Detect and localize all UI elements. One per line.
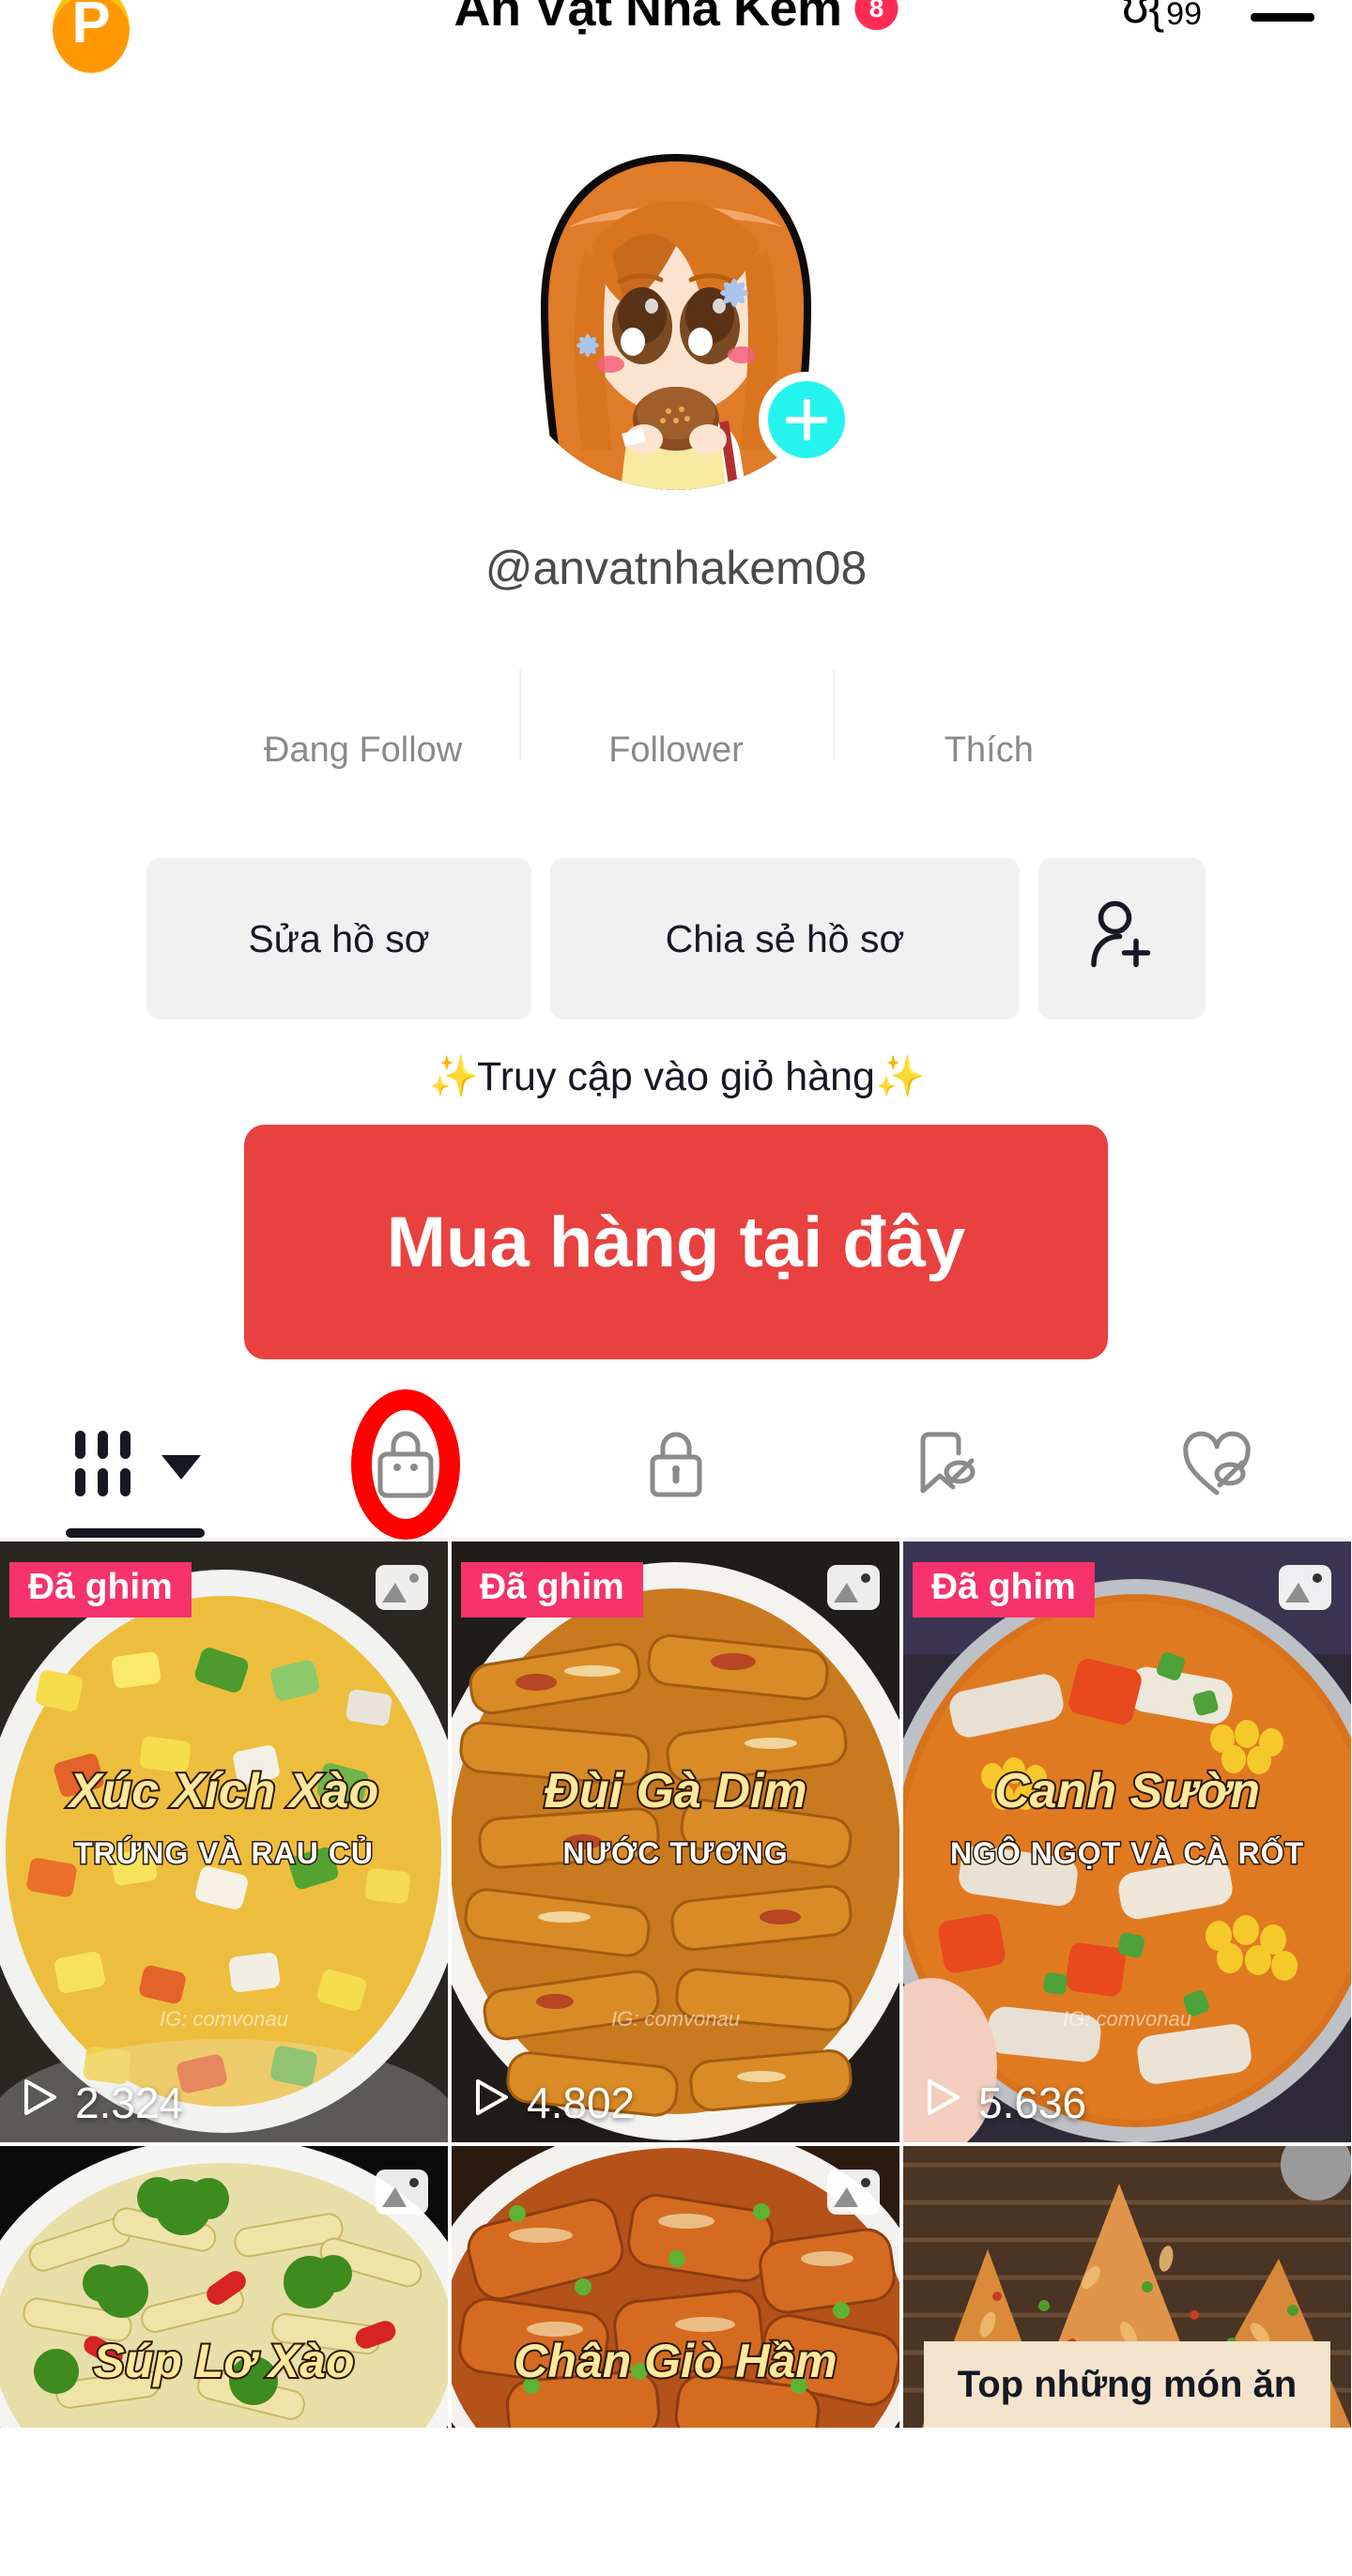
stat-likes-label: Thích bbox=[833, 730, 1145, 771]
pinned-badge: Đã ghim bbox=[913, 1562, 1095, 1618]
heart-hidden-icon bbox=[1176, 1425, 1257, 1504]
video-title: Đùi Gà Dim bbox=[452, 1763, 899, 1819]
chevron-down-icon[interactable] bbox=[161, 1455, 201, 1480]
photo-carousel-icon bbox=[826, 1564, 881, 1611]
tab-saved[interactable] bbox=[811, 1391, 1082, 1538]
photo-carousel-icon bbox=[375, 1564, 429, 1611]
inbox-glyph: ʊ{ bbox=[1122, 0, 1164, 30]
profile-actions: Sửa hồ sơ Chia sẻ hồ sơ bbox=[146, 858, 1206, 1020]
video-watermark: IG: comvonau bbox=[452, 2007, 899, 2032]
thumbnail-caption-banner: Top những món ăn bbox=[924, 2341, 1330, 2428]
stat-following-label: Đang Follow bbox=[207, 730, 519, 771]
play-count-value: 5.636 bbox=[978, 2078, 1086, 2128]
page-title: An Vật Nhà Kem bbox=[453, 0, 841, 38]
video-subtitle: TRỨNG VÀ RAU CỦ bbox=[0, 1836, 448, 1871]
tab-posts[interactable] bbox=[0, 1391, 270, 1538]
edit-profile-button[interactable]: Sửa hồ sơ bbox=[146, 858, 531, 1020]
video-cell[interactable]: Top những món ăn bbox=[903, 2146, 1351, 2428]
profile-stats: Đang Follow Follower Thích bbox=[207, 657, 1145, 771]
profile-username: @anvatnhakem08 bbox=[0, 541, 1352, 595]
shopping-bag-icon bbox=[368, 1424, 443, 1505]
tab-shop[interactable] bbox=[270, 1391, 541, 1538]
video-subtitle: NGÔ NGỌT VÀ CÀ RỐT bbox=[903, 1836, 1351, 1871]
video-title: Xúc Xích Xào bbox=[0, 1763, 448, 1819]
stat-followers-value bbox=[519, 657, 832, 713]
thumbnail-caption-text: Top những món ăn bbox=[958, 2364, 1297, 2406]
bio-text: Truy cập vào giỏ hàng bbox=[477, 1054, 875, 1099]
hamburger-bar bbox=[1251, 13, 1314, 22]
share-profile-button[interactable]: Chia sẻ hồ sơ bbox=[550, 858, 1020, 1020]
inbox-icon[interactable]: ʊ{ 99 bbox=[1122, 0, 1202, 30]
video-watermark: IG: comvonau bbox=[903, 2007, 1351, 2032]
stat-following-value bbox=[207, 657, 519, 713]
hamburger-menu-icon[interactable] bbox=[1251, 0, 1314, 28]
profile-bio: ✨Truy cập vào giỏ hàng✨ bbox=[0, 1053, 1352, 1100]
grid-posts-icon bbox=[69, 1429, 137, 1500]
video-title: Chân Giò Hầm bbox=[452, 2334, 899, 2388]
video-playcount: 5.636 bbox=[920, 2076, 1086, 2129]
video-cell[interactable]: Chân Giò Hầm bbox=[452, 2146, 899, 2428]
play-icon bbox=[920, 2076, 963, 2129]
play-icon bbox=[469, 2076, 512, 2129]
header-actions: ʊ{ 99 bbox=[1122, 0, 1314, 30]
bookmark-hidden-icon bbox=[908, 1425, 985, 1504]
video-cell[interactable]: Đã ghim Xúc Xích Xào TRỨNG VÀ RAU CỦ IG:… bbox=[0, 1541, 448, 2142]
app-header: P An Vật Nhà Kem 8 ʊ{ 99 bbox=[0, 0, 1352, 73]
video-cell[interactable]: Đã ghim Đùi Gà Dim NƯỚC TƯƠNG IG: comvon… bbox=[452, 1541, 899, 2142]
coin-p-icon[interactable]: P bbox=[53, 0, 130, 73]
avatar-area bbox=[501, 141, 851, 490]
stat-likes-value bbox=[833, 657, 1145, 713]
stat-followers-label: Follower bbox=[519, 730, 832, 771]
play-count-value: 2.324 bbox=[75, 2078, 183, 2128]
video-cell[interactable]: Đã ghim Canh Sườn NGÔ NGỌT VÀ CÀ RỐT IG:… bbox=[903, 1541, 1351, 2142]
stat-following[interactable]: Đang Follow bbox=[207, 657, 519, 771]
photo-carousel-icon bbox=[375, 2169, 429, 2216]
play-count-value: 4.802 bbox=[527, 2078, 635, 2128]
inbox-count: 99 bbox=[1166, 0, 1202, 30]
coin-p-label: P bbox=[71, 0, 110, 53]
active-tab-indicator bbox=[66, 1528, 205, 1538]
video-cell[interactable]: Súp Lơ Xào bbox=[0, 2146, 448, 2428]
shop-now-label: Mua hàng tại đây bbox=[387, 1202, 966, 1283]
shop-now-button[interactable]: Mua hàng tại đây bbox=[244, 1125, 1108, 1359]
photo-carousel-icon bbox=[826, 2169, 881, 2216]
profile-title-group: An Vật Nhà Kem 8 bbox=[453, 0, 898, 38]
lock-private-icon bbox=[640, 1425, 712, 1504]
bottom-safe-area bbox=[0, 2428, 1352, 2576]
video-watermark: IG: comvonau bbox=[0, 2007, 448, 2032]
title-badge: 8 bbox=[855, 0, 899, 30]
tab-liked[interactable] bbox=[1082, 1391, 1352, 1538]
person-add-icon bbox=[1084, 897, 1160, 981]
video-playcount: 4.802 bbox=[469, 2076, 635, 2129]
stat-followers[interactable]: Follower bbox=[519, 657, 832, 771]
add-friend-button[interactable] bbox=[1038, 858, 1206, 1020]
profile-screen: P An Vật Nhà Kem 8 ʊ{ 99 bbox=[0, 0, 1352, 2576]
video-title: Canh Sườn bbox=[903, 1763, 1351, 1819]
photo-carousel-icon bbox=[1278, 1564, 1332, 1611]
video-subtitle: NƯỚC TƯƠNG bbox=[452, 1836, 899, 1871]
video-title: Súp Lơ Xào bbox=[0, 2334, 448, 2388]
video-grid: Đã ghim Xúc Xích Xào TRỨNG VÀ RAU CỦ IG:… bbox=[0, 1541, 1352, 2428]
stat-likes[interactable]: Thích bbox=[833, 657, 1145, 771]
follow-plus-icon[interactable] bbox=[768, 381, 845, 458]
pinned-badge: Đã ghim bbox=[461, 1562, 643, 1618]
pinned-badge: Đã ghim bbox=[9, 1562, 192, 1618]
sparkle-left-icon: ✨ bbox=[429, 1054, 478, 1099]
profile-tabbar bbox=[0, 1391, 1352, 1540]
tab-private[interactable] bbox=[541, 1391, 811, 1538]
sparkle-right-icon: ✨ bbox=[875, 1054, 924, 1099]
play-icon bbox=[17, 2076, 60, 2129]
video-playcount: 2.324 bbox=[17, 2076, 183, 2129]
